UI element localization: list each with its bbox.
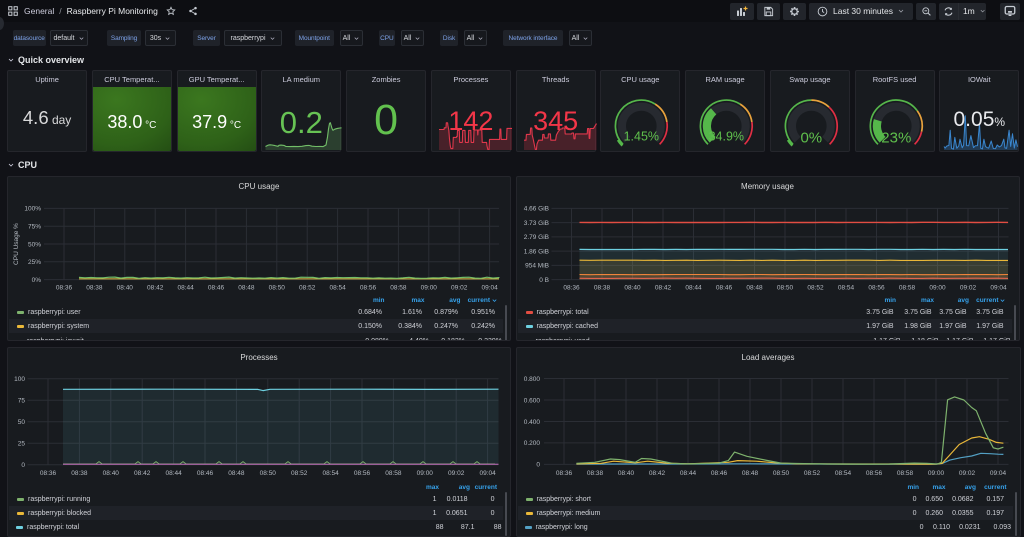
svg-text:09:02: 09:02 [959,285,976,292]
svg-text:08:38: 08:38 [71,470,88,477]
svg-text:0.400: 0.400 [523,419,540,426]
svg-text:34.9%: 34.9% [709,130,744,144]
svg-text:25%: 25% [28,259,41,266]
svg-text:25: 25 [18,441,26,448]
svg-text:08:56: 08:56 [868,285,885,292]
svg-text:08:44: 08:44 [685,285,702,292]
svg-text:08:42: 08:42 [147,285,164,292]
svg-text:08:40: 08:40 [624,285,641,292]
svg-text:08:54: 08:54 [834,470,851,477]
svg-text:0.600: 0.600 [523,397,540,404]
svg-text:08:46: 08:46 [710,470,727,477]
svg-text:08:50: 08:50 [269,285,286,292]
svg-text:08:38: 08:38 [593,285,610,292]
svg-text:08:42: 08:42 [134,470,151,477]
svg-text:08:48: 08:48 [746,285,763,292]
svg-text:2.79 GiB: 2.79 GiB [523,234,548,241]
svg-text:1.45%: 1.45% [624,130,659,144]
svg-text:08:36: 08:36 [563,285,580,292]
svg-text:75: 75 [18,398,26,405]
svg-text:0 B: 0 B [539,277,549,284]
svg-text:09:02: 09:02 [448,470,465,477]
svg-text:08:42: 08:42 [654,285,671,292]
svg-text:CPU Usage %: CPU Usage % [13,223,20,265]
svg-text:08:46: 08:46 [197,470,214,477]
svg-text:08:44: 08:44 [679,470,696,477]
svg-text:08:38: 08:38 [86,285,103,292]
svg-text:08:44: 08:44 [165,470,182,477]
svg-text:08:36: 08:36 [40,470,57,477]
svg-text:08:54: 08:54 [329,285,346,292]
svg-text:08:48: 08:48 [228,470,245,477]
svg-text:0%: 0% [32,277,42,284]
svg-text:954 MiB: 954 MiB [525,263,549,270]
svg-text:50%: 50% [28,241,41,248]
svg-text:09:00: 09:00 [929,285,946,292]
svg-text:100%: 100% [24,206,41,213]
svg-text:08:58: 08:58 [390,285,407,292]
svg-text:08:38: 08:38 [586,470,603,477]
svg-text:09:02: 09:02 [451,285,468,292]
svg-text:08:52: 08:52 [291,470,308,477]
svg-text:08:36: 08:36 [56,285,73,292]
svg-text:08:50: 08:50 [260,470,277,477]
svg-text:09:02: 09:02 [958,470,975,477]
svg-text:50: 50 [18,419,26,426]
svg-text:08:36: 08:36 [555,470,572,477]
svg-text:1.86 GiB: 1.86 GiB [523,248,548,255]
svg-text:08:50: 08:50 [776,285,793,292]
svg-text:75%: 75% [28,224,41,231]
svg-text:0: 0 [536,462,540,469]
svg-text:0%: 0% [800,130,822,147]
svg-text:0: 0 [21,462,25,469]
svg-text:08:50: 08:50 [772,470,789,477]
svg-text:08:58: 08:58 [898,285,915,292]
svg-text:3.73 GiB: 3.73 GiB [523,220,548,227]
svg-text:09:04: 09:04 [990,285,1007,292]
svg-text:09:00: 09:00 [417,470,434,477]
svg-text:08:58: 08:58 [385,470,402,477]
svg-text:08:40: 08:40 [617,470,634,477]
svg-text:08:54: 08:54 [837,285,854,292]
svg-text:08:52: 08:52 [807,285,824,292]
svg-text:08:58: 08:58 [896,470,913,477]
svg-text:0.800: 0.800 [523,376,540,383]
svg-text:08:48: 08:48 [741,470,758,477]
svg-text:0.200: 0.200 [523,440,540,447]
svg-text:08:42: 08:42 [648,470,665,477]
svg-text:08:40: 08:40 [117,285,134,292]
svg-text:08:40: 08:40 [103,470,120,477]
svg-text:100: 100 [14,376,25,383]
svg-text:08:48: 08:48 [238,285,255,292]
svg-text:08:56: 08:56 [354,470,371,477]
svg-text:08:46: 08:46 [715,285,732,292]
svg-text:09:04: 09:04 [989,470,1006,477]
svg-text:09:00: 09:00 [927,470,944,477]
svg-text:23%: 23% [881,130,911,147]
svg-text:08:54: 08:54 [322,470,339,477]
svg-text:08:56: 08:56 [865,470,882,477]
svg-text:08:52: 08:52 [803,470,820,477]
svg-text:08:44: 08:44 [177,285,194,292]
svg-text:08:56: 08:56 [360,285,377,292]
svg-text:09:00: 09:00 [421,285,438,292]
svg-text:4.66 GiB: 4.66 GiB [523,206,548,213]
svg-text:08:46: 08:46 [208,285,225,292]
svg-text:09:04: 09:04 [479,470,496,477]
svg-text:09:04: 09:04 [481,285,498,292]
svg-text:08:52: 08:52 [299,285,316,292]
